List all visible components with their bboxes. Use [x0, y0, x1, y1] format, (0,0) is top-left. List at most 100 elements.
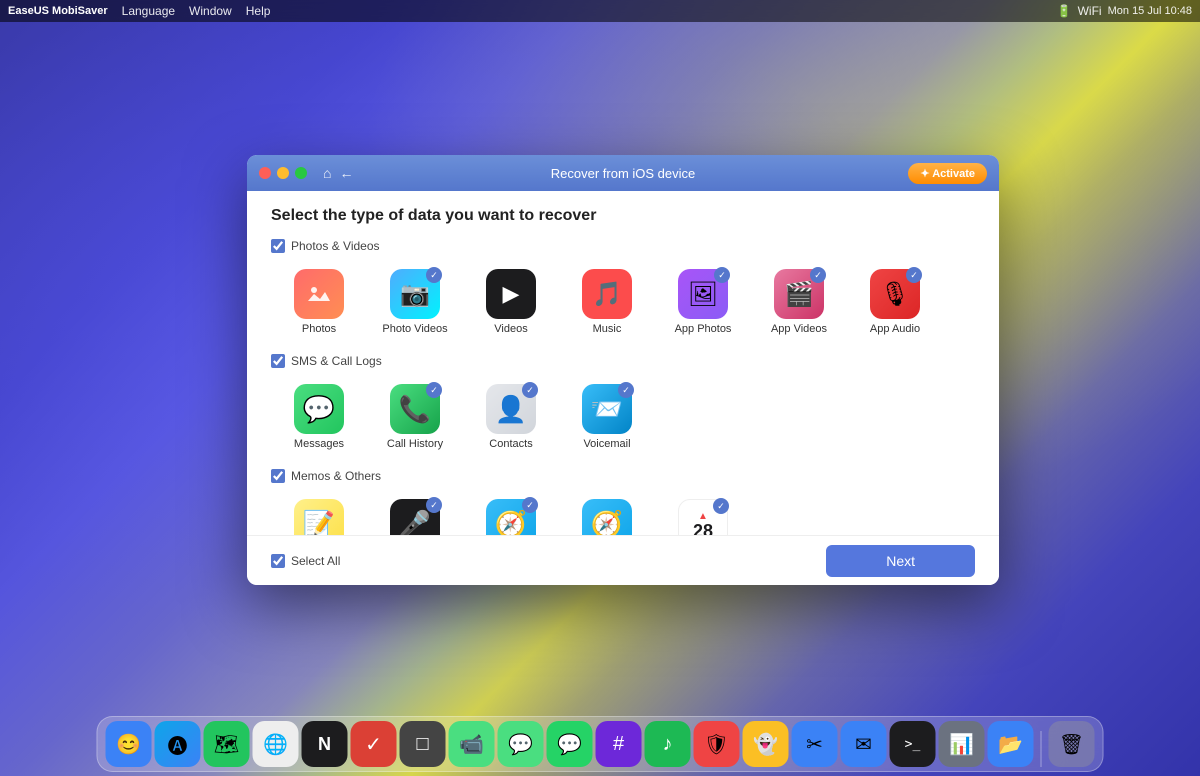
section-memos-others: Memos & Others 📝 Notes 🎤 ✓	[271, 469, 975, 535]
app-audio-badge: ✓	[906, 267, 922, 283]
menubar-wifi-icon: WiFi	[1078, 4, 1102, 18]
item-photos[interactable]: Photos	[271, 263, 367, 342]
safari-bookmarks-badge: ✓	[522, 497, 538, 513]
activate-button[interactable]: ✦ Activate	[908, 163, 987, 184]
item-videos[interactable]: ▶ Videos	[463, 263, 559, 342]
item-photo-videos[interactable]: 📷 ✓ Photo Videos	[367, 263, 463, 342]
calendar-reminders-badge: ✓	[713, 498, 729, 514]
voicemail-badge: ✓	[618, 382, 634, 398]
item-safari-bookmarks[interactable]: 🧭 ✓ Safari Bookmarks	[463, 493, 559, 535]
section-photos-videos: Photos & Videos Photos 📷 ✓	[271, 239, 975, 342]
item-safari-history[interactable]: 🧭 Safari History	[559, 493, 655, 535]
menubar-datetime: Mon 15 Jul 10:48	[1108, 5, 1192, 17]
dock-finder[interactable]: 😊	[106, 721, 152, 767]
home-icon[interactable]: ⌂	[323, 165, 331, 181]
item-app-audio[interactable]: 🎙 ✓ App Audio	[847, 263, 943, 342]
messages-icon: 💬	[294, 384, 344, 434]
page-heading: Select the type of data you want to reco…	[271, 207, 975, 225]
item-contacts[interactable]: 👤 ✓ Contacts	[463, 378, 559, 457]
select-all-area: Select All	[271, 554, 340, 568]
select-all-checkbox[interactable]	[271, 554, 285, 568]
contacts-badge: ✓	[522, 382, 538, 398]
item-notes[interactable]: 📝 Notes	[271, 493, 367, 535]
videos-label: Videos	[494, 323, 527, 336]
dock-terminal[interactable]: >_	[890, 721, 936, 767]
dock-messages[interactable]: 💬	[498, 721, 544, 767]
item-app-photos[interactable]: 🖼 ✓ App Photos	[655, 263, 751, 342]
app-videos-badge: ✓	[810, 267, 826, 283]
calendar-reminders-icon: ▲ 28 ✓	[678, 499, 728, 535]
music-icon: 🎵	[582, 269, 632, 319]
menubar-app-name: EaseUS MobiSaver	[8, 5, 108, 17]
select-all-label: Select All	[291, 554, 340, 568]
photo-videos-icon: 📷 ✓	[390, 269, 440, 319]
maximize-button[interactable]	[295, 167, 307, 179]
videos-icon: ▶	[486, 269, 536, 319]
app-videos-label: App Videos	[771, 323, 827, 336]
voice-memos-badge: ✓	[426, 497, 442, 513]
dock-maps[interactable]: 🗺	[204, 721, 250, 767]
item-calendar-reminders[interactable]: ▲ 28 ✓ Calendar & Reminders	[655, 493, 751, 535]
dock-todoist[interactable]: ✓	[351, 721, 397, 767]
dock: 😊 🅐 🗺 🌐 N ✓ □ 📹 💬 💬 # ♪ 🛡 👻 ✂ ✉ >_ 📊 📂 🗑	[97, 716, 1104, 772]
app-audio-label: App Audio	[870, 323, 920, 336]
sms-call-logs-checkbox[interactable]	[271, 354, 285, 368]
dock-chrome[interactable]: 🌐	[253, 721, 299, 767]
call-history-label: Call History	[387, 438, 443, 451]
bottom-bar: Select All Next	[247, 535, 999, 585]
contacts-label: Contacts	[489, 438, 532, 451]
title-bar: ⌂ ← Recover from iOS device ✦ Activate	[247, 155, 999, 191]
notes-icon: 📝	[294, 499, 344, 535]
dock-notion[interactable]: N	[302, 721, 348, 767]
app-photos-icon: 🖼 ✓	[678, 269, 728, 319]
dock-citrix[interactable]: □	[400, 721, 446, 767]
memos-others-checkbox[interactable]	[271, 469, 285, 483]
dock-app-store[interactable]: 🅐	[155, 721, 201, 767]
menubar-window[interactable]: Window	[189, 4, 232, 18]
dock-folder[interactable]: 📂	[988, 721, 1034, 767]
dock-spotify[interactable]: ♪	[645, 721, 691, 767]
dock-whatsapp[interactable]: 💬	[547, 721, 593, 767]
dock-separator	[1041, 731, 1042, 767]
voicemail-icon: 📨 ✓	[582, 384, 632, 434]
menubar-battery-icon: 🔋	[1057, 4, 1072, 18]
voice-memos-icon: 🎤 ✓	[390, 499, 440, 535]
photos-videos-label: Photos & Videos	[291, 239, 380, 253]
app-photos-badge: ✓	[714, 267, 730, 283]
voicemail-label: Voicemail	[583, 438, 630, 451]
memos-others-label: Memos & Others	[291, 469, 381, 483]
menubar-help[interactable]: Help	[246, 4, 271, 18]
dock-facetime[interactable]: 📹	[449, 721, 495, 767]
dock-snap[interactable]: 👻	[743, 721, 789, 767]
item-voice-memos[interactable]: 🎤 ✓ Voice Memos	[367, 493, 463, 535]
dock-trash[interactable]: 🗑	[1049, 721, 1095, 767]
dock-mail[interactable]: ✉	[841, 721, 887, 767]
app-videos-icon: 🎬 ✓	[774, 269, 824, 319]
dock-slack[interactable]: #	[596, 721, 642, 767]
traffic-lights	[259, 167, 307, 179]
sms-call-logs-label: SMS & Call Logs	[291, 354, 382, 368]
item-app-videos[interactable]: 🎬 ✓ App Videos	[751, 263, 847, 342]
item-call-history[interactable]: 📞 ✓ Call History	[367, 378, 463, 457]
item-messages[interactable]: 💬 Messages	[271, 378, 367, 457]
back-icon[interactable]: ←	[339, 165, 353, 181]
photo-videos-label: Photo Videos	[382, 323, 447, 336]
section-sms-call-logs: SMS & Call Logs 💬 Messages 📞 ✓	[271, 354, 975, 457]
photos-videos-checkbox[interactable]	[271, 239, 285, 253]
content-area: Select the type of data you want to reco…	[247, 191, 999, 535]
dock-vpn[interactable]: 🛡	[694, 721, 740, 767]
next-button[interactable]: Next	[826, 545, 975, 577]
item-voicemail[interactable]: 📨 ✓ Voicemail	[559, 378, 655, 457]
photo-videos-badge: ✓	[426, 267, 442, 283]
item-music[interactable]: 🎵 Music	[559, 263, 655, 342]
dock-screenpresso[interactable]: ✂	[792, 721, 838, 767]
minimize-button[interactable]	[277, 167, 289, 179]
close-button[interactable]	[259, 167, 271, 179]
music-label: Music	[593, 323, 622, 336]
desktop: EaseUS MobiSaver Language Window Help 🔋 …	[0, 0, 1200, 776]
photos-label: Photos	[302, 323, 336, 336]
dock-misc1[interactable]: 📊	[939, 721, 985, 767]
menubar-language[interactable]: Language	[122, 4, 175, 18]
messages-label: Messages	[294, 438, 344, 451]
app-audio-icon: 🎙 ✓	[870, 269, 920, 319]
